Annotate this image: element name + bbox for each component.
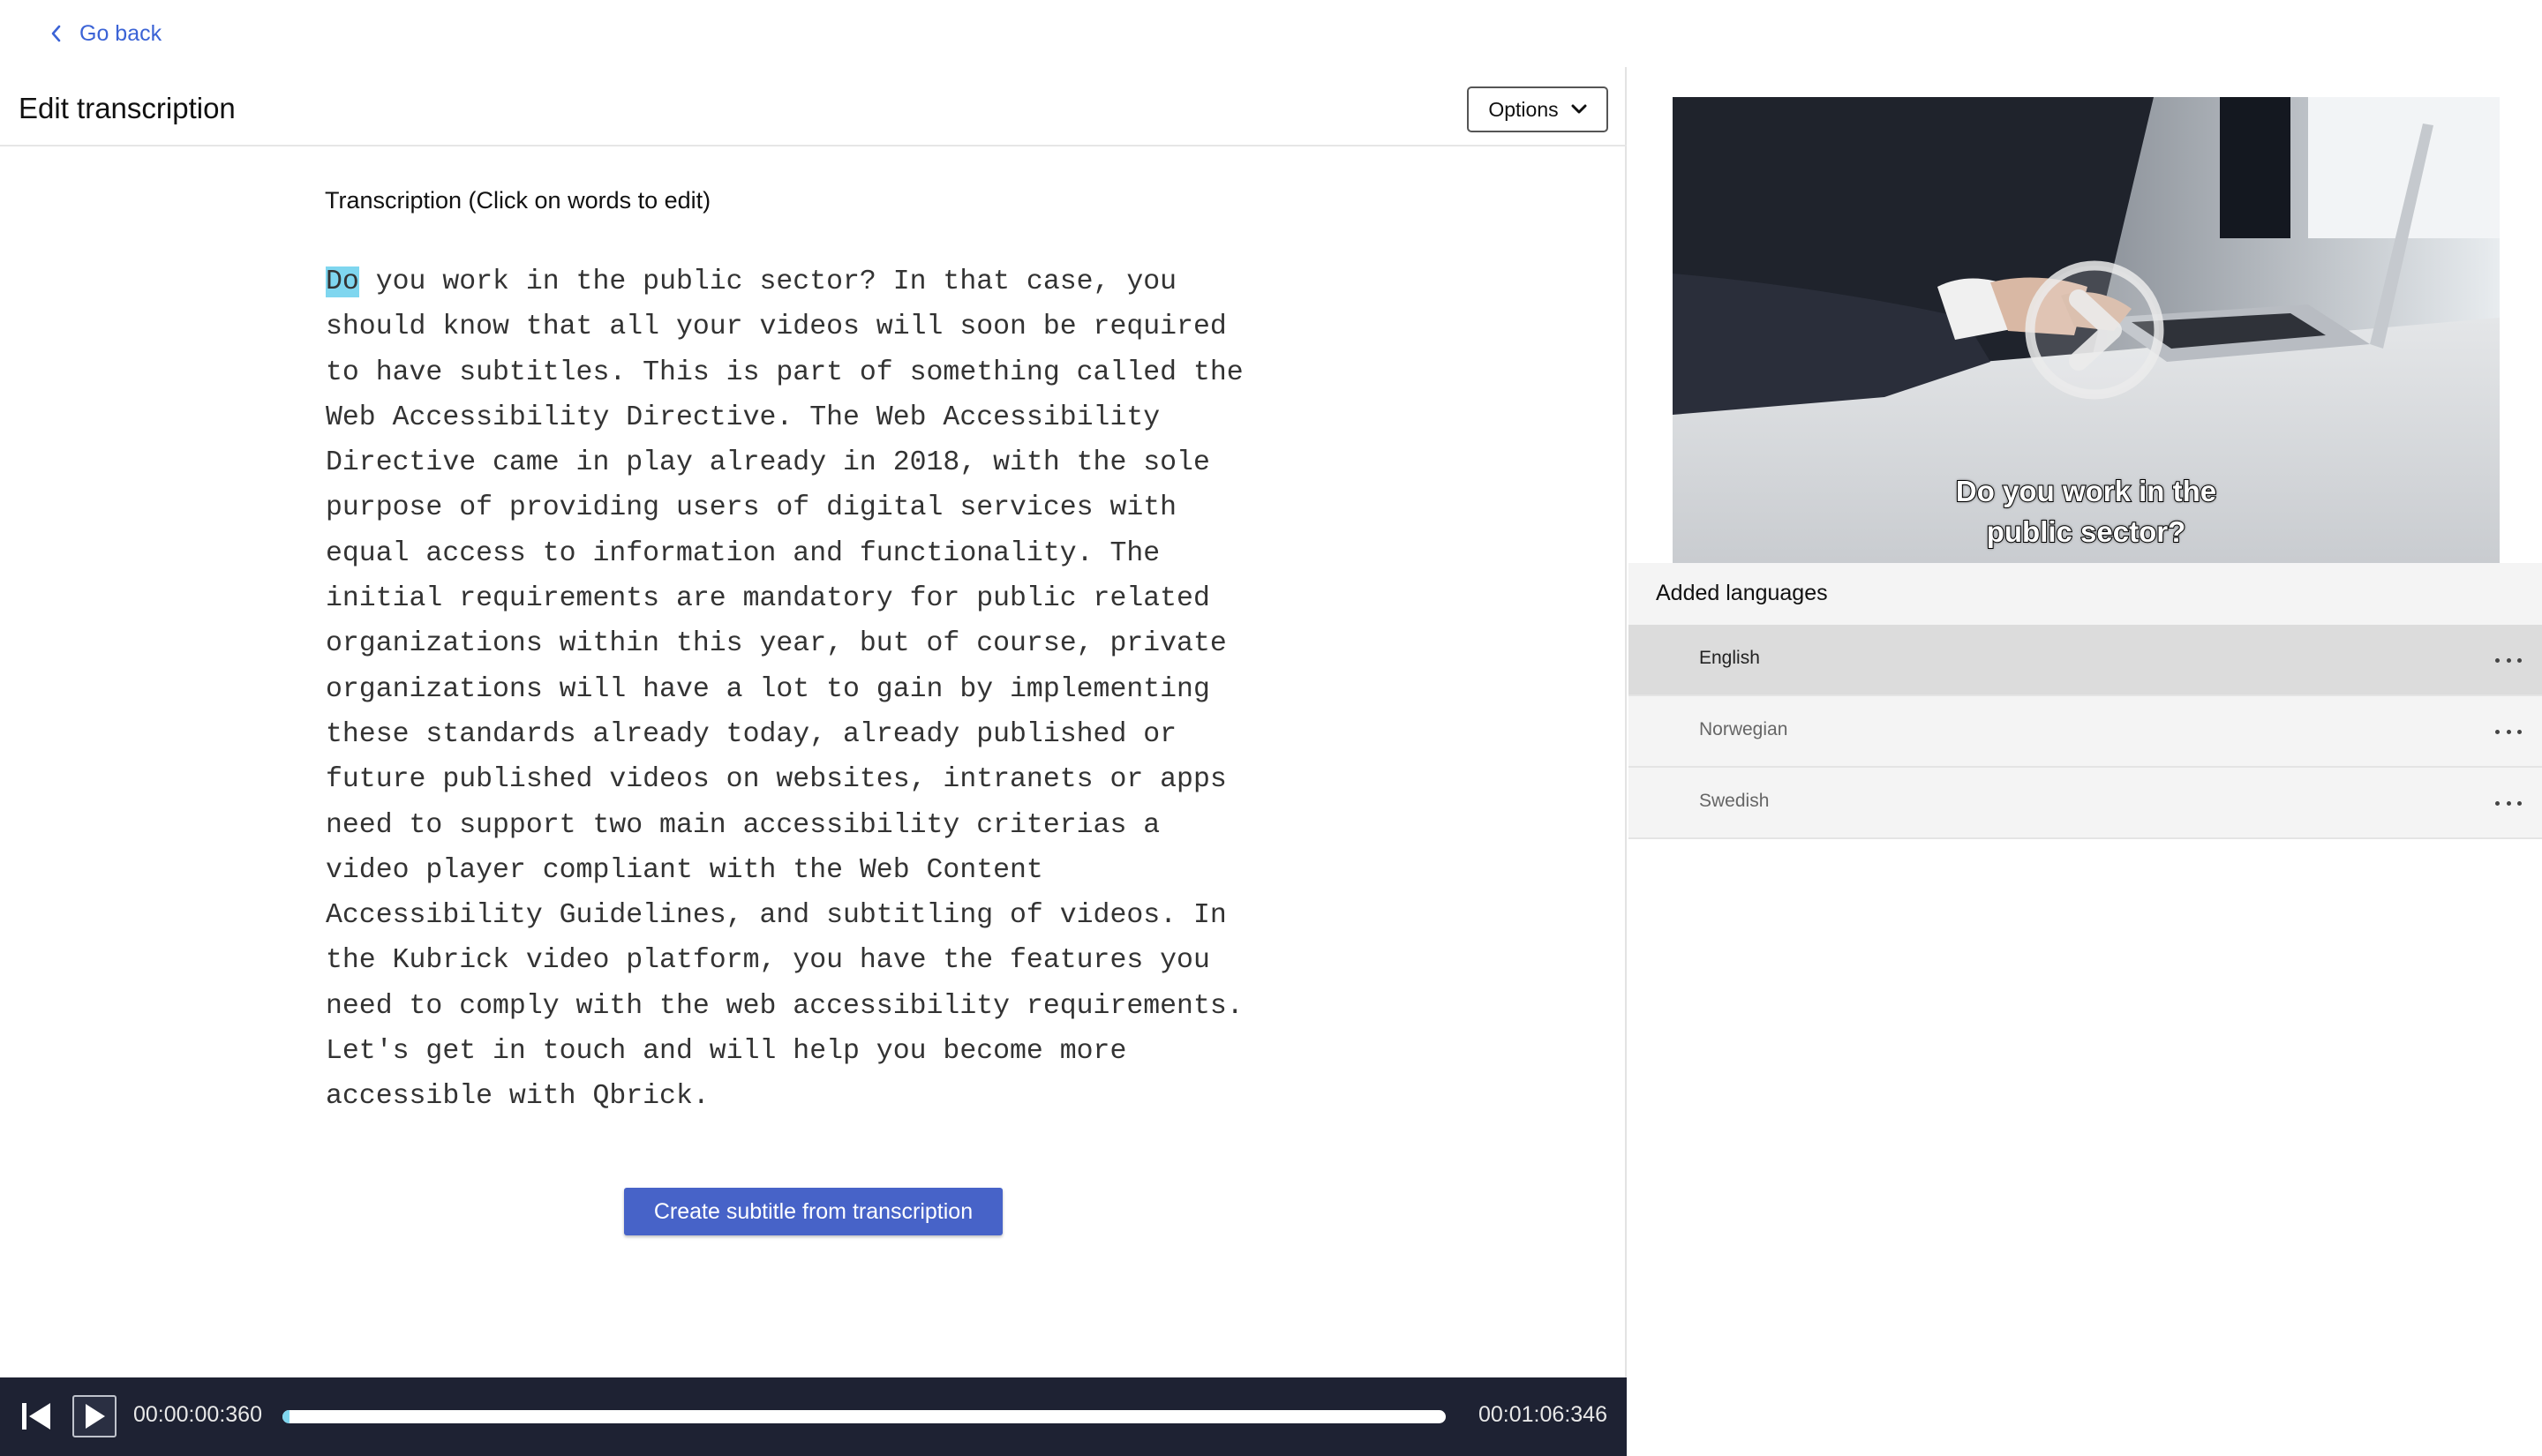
caption-line: public sector? [1986, 514, 2187, 549]
transcript-line[interactable]: purpose of providing users of digital se… [326, 485, 1305, 530]
progress-bar[interactable] [282, 1410, 1446, 1423]
play-overlay-icon [2025, 260, 2164, 400]
language-item-english[interactable]: English [1628, 625, 2542, 696]
transcript-line[interactable]: video player compliant with the Web Cont… [326, 848, 1305, 893]
language-label: Swedish [1699, 791, 1770, 811]
transcript-line[interactable]: equal access to information and function… [326, 531, 1305, 576]
transcript-line[interactable]: Web Accessibility Directive. The Web Acc… [326, 395, 1305, 440]
options-dropdown[interactable]: Options [1467, 86, 1608, 132]
skip-back-icon [22, 1403, 50, 1430]
total-time: 00:01:06:346 [1478, 1402, 1607, 1427]
transcription-panel: Edit transcription Options Transcription… [0, 67, 1627, 1456]
transcript-line[interactable]: Let's get in touch and will help you bec… [326, 1029, 1305, 1074]
transcription-heading: Transcription (Click on words to edit) [325, 187, 711, 214]
caption-line: Do you work in the [1955, 474, 2217, 508]
chevron-down-icon [1571, 104, 1587, 114]
transcript-line[interactable]: accessible with Qbrick. [326, 1074, 1305, 1119]
transcript-line[interactable]: Directive came in play already in 2018, … [326, 440, 1305, 485]
language-item-norwegian[interactable]: Norwegian [1628, 696, 2542, 768]
progress-fill [282, 1410, 290, 1423]
panel-header: Edit transcription Options [0, 67, 1627, 146]
more-options-icon[interactable] [2495, 649, 2522, 671]
current-time: 00:00:00:360 [133, 1402, 262, 1427]
transcript-line[interactable]: organizations within this year, but of c… [326, 621, 1305, 666]
top-bar: Go back [0, 0, 2542, 67]
transcript-line[interactable]: need to support two main accessibility c… [326, 803, 1305, 848]
transcript-line[interactable]: these standards already today, already p… [326, 712, 1305, 757]
transcript-line[interactable]: the Kubrick video platform, you have the… [326, 938, 1305, 983]
transcript-line[interactable]: Accessibility Guidelines, and subtitling… [326, 893, 1305, 938]
preview-panel: Do you work in the public sector? Added … [1628, 67, 2542, 1389]
go-back-link[interactable]: Go back [49, 18, 162, 49]
language-list: English Norwegian Swedish [1628, 625, 2542, 839]
added-languages-header: Added languages [1628, 563, 2542, 625]
player-bar: 00:00:00:360 00:01:06:346 [0, 1377, 1627, 1456]
video-preview[interactable]: Do you work in the public sector? [1673, 97, 2500, 563]
language-label: English [1699, 648, 1760, 668]
transcript-line[interactable]: future published videos on websites, int… [326, 757, 1305, 802]
transcript-line[interactable]: Do you work in the public sector? In tha… [326, 259, 1305, 304]
highlighted-word[interactable]: Do [326, 266, 359, 297]
transcript-line-text[interactable]: you work in the public sector? In that c… [359, 266, 1177, 297]
transcript-line[interactable]: initial requirements are mandatory for p… [326, 576, 1305, 621]
added-languages-heading: Added languages [1656, 581, 1828, 605]
skip-to-start-button[interactable] [14, 1395, 58, 1437]
create-subtitle-button[interactable]: Create subtitle from transcription [624, 1188, 1003, 1235]
transcript-line[interactable]: should know that all your videos will so… [326, 304, 1305, 349]
video-caption: Do you work in the public sector? [1673, 471, 2500, 552]
transcript-line[interactable]: organizations will have a lot to gain by… [326, 667, 1305, 712]
language-item-swedish[interactable]: Swedish [1628, 768, 2542, 839]
go-back-label: Go back [79, 20, 162, 46]
play-button[interactable] [72, 1395, 117, 1437]
options-label: Options [1488, 97, 1559, 121]
more-options-icon[interactable] [2495, 792, 2522, 814]
play-icon [86, 1404, 105, 1429]
page-title: Edit transcription [19, 92, 236, 124]
transcript-line[interactable]: to have subtitles. This is part of somet… [326, 350, 1305, 395]
transcription-text[interactable]: Do you work in the public sector? In tha… [326, 259, 1305, 1120]
language-label: Norwegian [1699, 719, 1788, 739]
transcript-line[interactable]: need to comply with the web accessibilit… [326, 984, 1305, 1029]
chevron-left-icon [51, 25, 61, 42]
more-options-icon[interactable] [2495, 721, 2522, 742]
